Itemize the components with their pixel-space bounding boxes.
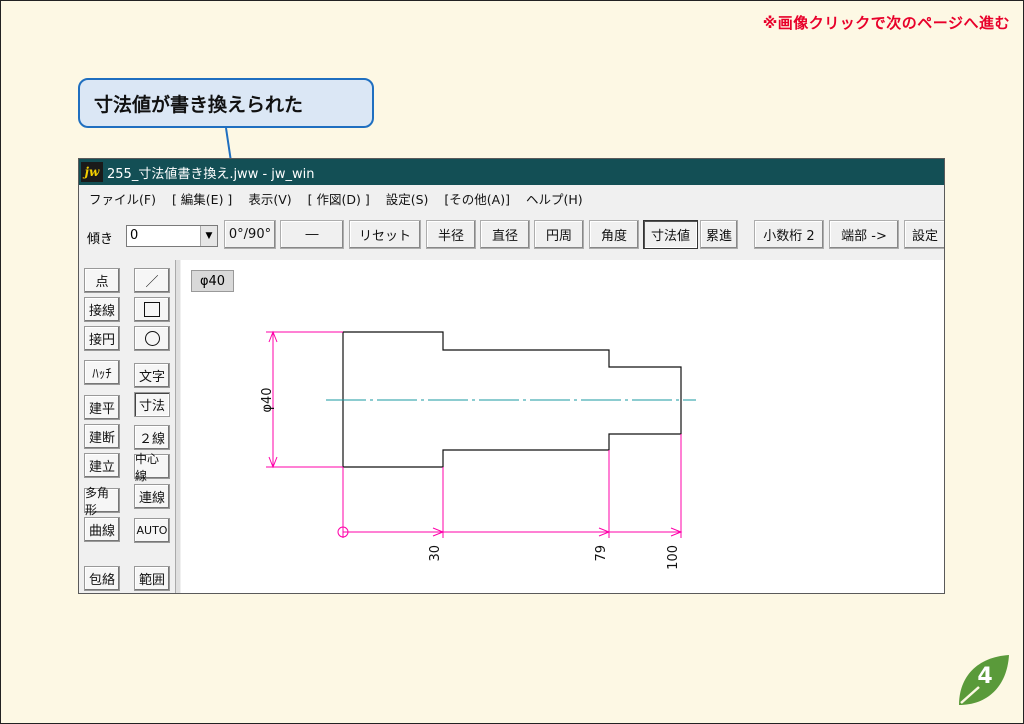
radius-button[interactable]: 半径 [426, 220, 476, 249]
tilt-input[interactable]: 0 ▼ [126, 225, 218, 247]
dim-text-79: 79 [594, 545, 609, 562]
menu-view[interactable]: 表示(V) [248, 189, 291, 208]
menu-other[interactable]: [その他(A)] [444, 189, 510, 208]
tangent-line-tool[interactable]: 接線 [84, 297, 120, 322]
dim-value-button[interactable]: 寸法値 [643, 220, 698, 249]
range-tool[interactable]: 範囲 [134, 566, 170, 591]
double-line-tool[interactable]: ２線 [134, 425, 170, 450]
arch-elev-tool[interactable]: 建立 [84, 453, 120, 478]
angle-button[interactable]: 角度 [589, 220, 639, 249]
auto-tool[interactable]: AUTO [134, 518, 170, 543]
menu-edit[interactable]: [ 編集(E) ] [172, 189, 232, 208]
arch-section-tool[interactable]: 建断 [84, 424, 120, 449]
circle-icon [144, 331, 160, 346]
cont-line-tool[interactable]: 連線 [134, 484, 170, 509]
menu-file[interactable]: ファイル(F) [89, 189, 156, 208]
tilt-value: 0 [130, 228, 139, 243]
envelope-tool[interactable]: 包絡 [84, 566, 120, 591]
app-window: jw 255_寸法値書き換え.jww - jw_win ファイル(F) [ 編集… [78, 158, 945, 594]
point-tool[interactable]: 点 [84, 268, 120, 293]
cumulative-button[interactable]: 累進 [700, 220, 738, 249]
tool-panel: 点 ／ 接線 接円 ﾊｯﾁ 文字 建平 寸法 建断 ２線 建立 中心線 多角形 … [79, 260, 179, 593]
tilt-label: 傾き [87, 232, 114, 247]
polygon-tool[interactable]: 多角形 [84, 486, 120, 517]
circumference-button[interactable]: 円周 [534, 220, 584, 249]
decimal-button[interactable]: 小数桁 2 [754, 220, 824, 249]
circle-tool[interactable] [134, 326, 170, 351]
menu-settings[interactable]: 設定(S) [386, 189, 429, 208]
rotate-button[interactable]: 0°/90° [224, 220, 276, 249]
window-title: 255_寸法値書き換え.jww - jw_win [107, 166, 315, 182]
center-line-tool[interactable]: 中心線 [134, 452, 170, 483]
arch-plan-tool[interactable]: 建平 [84, 395, 120, 420]
line-tool[interactable]: ／ [134, 268, 170, 293]
menu-help[interactable]: ヘルプ(H) [526, 189, 583, 208]
dimension-tool[interactable]: 寸法 [134, 392, 170, 417]
settings-button[interactable]: 設定 [904, 220, 944, 249]
drawing-canvas[interactable]: φ40 φ40 30 79 100 [181, 260, 944, 593]
jw-app-icon: jw [81, 162, 103, 182]
dim-text-phi40: φ40 [260, 387, 275, 412]
dim-text-30: 30 [428, 545, 443, 562]
end-button[interactable]: 端部 -> [829, 220, 899, 249]
hatch-tool[interactable]: ﾊｯﾁ [84, 360, 120, 385]
rectangle-tool[interactable] [134, 297, 170, 322]
dim-text-100: 100 [666, 545, 681, 570]
reset-button[interactable]: リセット [349, 220, 421, 249]
page-number: 4 [977, 664, 993, 689]
title-bar: jw 255_寸法値書き換え.jww - jw_win [79, 159, 944, 185]
rectangle-icon [144, 302, 160, 317]
panel-divider [175, 260, 180, 593]
text-tool[interactable]: 文字 [134, 363, 170, 388]
dash-button[interactable]: ― [280, 220, 344, 249]
menu-draw[interactable]: [ 作図(D) ] [308, 189, 370, 208]
dropdown-arrow-icon[interactable]: ▼ [200, 226, 217, 246]
menu-bar: ファイル(F) [ 編集(E) ] 表示(V) [ 作図(D) ] 設定(S) … [79, 186, 944, 210]
curve-tool[interactable]: 曲線 [84, 517, 120, 542]
toolbar: 傾き 0 ▼ 0°/90° ― リセット 半径 直径 円周 角度 寸法値 累進 … [79, 216, 944, 254]
tangent-circle-tool[interactable]: 接円 [84, 326, 120, 351]
diameter-button[interactable]: 直径 [480, 220, 530, 249]
drawing: φ40 30 79 100 [260, 330, 696, 570]
